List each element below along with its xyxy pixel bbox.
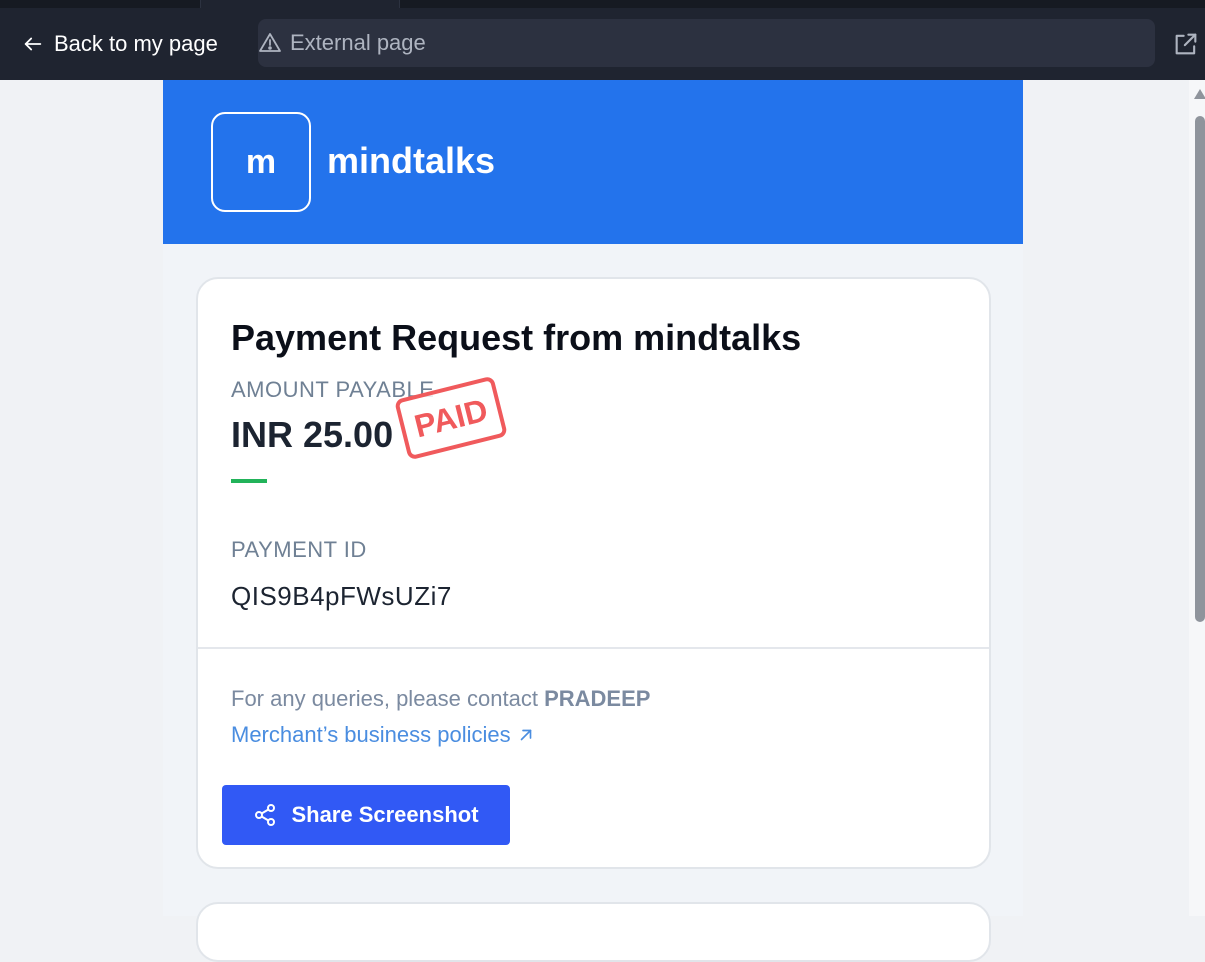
payment-page: m mindtalks Payment Request from mindtal… [163,80,1023,962]
page-title: Payment Request from mindtalks [231,317,802,358]
next-card [196,902,991,962]
arrow-up-right-icon [520,729,531,741]
scroll-up-arrow-icon[interactable] [1194,89,1205,99]
arrow-left-icon [24,37,42,51]
payment-card: Payment Request from mindtalks AMOUNT PA… [196,277,991,869]
divider [198,647,989,649]
merchant-header: m mindtalks [163,80,1023,244]
payment-id-label: PAYMENT ID [231,537,367,562]
contact-text: For any queries, please contact PRADEEP [231,686,650,712]
payment-id-value: QIS9B4pFWsUZi7 [231,581,452,611]
share-button-label: Share Screenshot [291,802,479,827]
url-text: External page [290,30,426,55]
tab-strip [0,0,1205,8]
logo-letter: m [245,142,277,181]
contact-prefix: For any queries, please contact [231,686,545,711]
merchant-logo: m [211,112,311,212]
policies-link-label: Merchant’s business policies [231,722,511,747]
back-to-my-page-button[interactable]: Back to my page [22,26,218,62]
share-screenshot-button[interactable]: Share Screenshot [222,785,510,845]
warning-triangle-icon [259,33,281,52]
back-label: Back to my page [54,31,218,56]
active-tab[interactable] [200,0,400,8]
contact-name: PRADEEP [544,686,651,711]
external-link-icon[interactable] [1172,30,1200,58]
share-icon [255,804,276,826]
amount-value: INR 25.00 [231,414,394,455]
browser-toolbar: Back to my page External page [0,0,1205,80]
scrollbar-thumb[interactable] [1195,116,1205,622]
address-bar[interactable]: External page [258,19,1155,67]
merchant-name: mindtalks [327,140,496,181]
accent-underline [231,479,267,483]
business-policies-link[interactable]: Merchant’s business policies [231,722,535,748]
